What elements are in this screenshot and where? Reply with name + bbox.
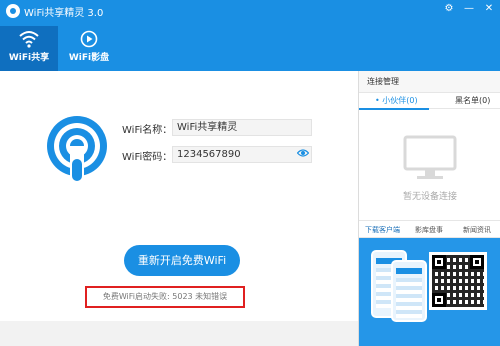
no-device-text: 暂无设备连接	[402, 192, 457, 202]
app-promo-banner[interactable]	[359, 238, 500, 346]
wifi-password-input[interactable]: 1234567890	[172, 146, 312, 163]
window-title: WiFi共享精灵 3.0	[24, 8, 104, 19]
tab-wifi-share-label: WiFi共享	[8, 53, 50, 63]
qr-code	[429, 252, 487, 310]
app-window: WiFi共享精灵 3.0 ⚙ — ✕ WiFi共享 WiFi影盘 WiFi名称：…	[0, 0, 500, 346]
settings-icon[interactable]: ⚙	[442, 2, 456, 16]
title-bar: WiFi共享精灵 3.0 ⚙ — ✕	[0, 0, 500, 22]
news-link[interactable]: 新闻资讯	[463, 225, 491, 235]
tab-friends[interactable]: • 小伙伴(0)	[375, 95, 418, 106]
wifi-name-label: WiFi名称：	[122, 125, 173, 136]
error-message: 免费WiFi启动失败: 5023 未知错误	[85, 286, 245, 308]
connection-panel: 连接管理 • 小伙伴(0) 黑名单(0) 暂无设备连接 下载客户端 影库盘事 新…	[358, 71, 500, 346]
window-controls: ⚙ — ✕	[442, 2, 496, 16]
wifi-name-input[interactable]: WiFi共享精灵	[172, 119, 312, 136]
tab-blacklist[interactable]: 黑名单(0)	[455, 95, 490, 106]
tab-wifi-share[interactable]: WiFi共享	[0, 26, 58, 71]
minimize-button[interactable]: —	[462, 2, 476, 16]
show-password-icon[interactable]	[297, 147, 309, 159]
connection-tabs: • 小伙伴(0) 黑名单(0)	[359, 93, 500, 110]
main-panel: WiFi名称： WiFi共享精灵 WiFi密码： 1234567890 重新开启…	[0, 71, 358, 346]
phone-image	[391, 260, 427, 322]
video-library-link[interactable]: 影库盘事	[415, 225, 443, 235]
wifi-signal-logo-icon	[47, 116, 107, 183]
download-client-link[interactable]: 下载客户端	[365, 225, 400, 235]
wifi-password-label: WiFi密码：	[122, 152, 173, 163]
restart-wifi-button[interactable]: 重新开启免费WiFi	[124, 245, 240, 276]
side-links: 下载客户端 影库盘事 新闻资讯	[359, 220, 500, 238]
close-button[interactable]: ✕	[482, 2, 496, 16]
tab-wifi-disk[interactable]: WiFi影盘	[60, 26, 118, 71]
monitor-icon	[403, 135, 457, 179]
device-list: 暂无设备连接	[359, 109, 500, 220]
tab-wifi-disk-label: WiFi影盘	[68, 53, 110, 63]
app-logo-icon	[6, 4, 20, 18]
top-bar: WiFi共享精灵 3.0 ⚙ — ✕ WiFi共享 WiFi影盘	[0, 0, 500, 71]
play-circle-icon	[80, 30, 98, 48]
status-strip	[0, 321, 358, 346]
wifi-icon	[19, 31, 39, 48]
connection-panel-title: 连接管理	[359, 71, 500, 93]
